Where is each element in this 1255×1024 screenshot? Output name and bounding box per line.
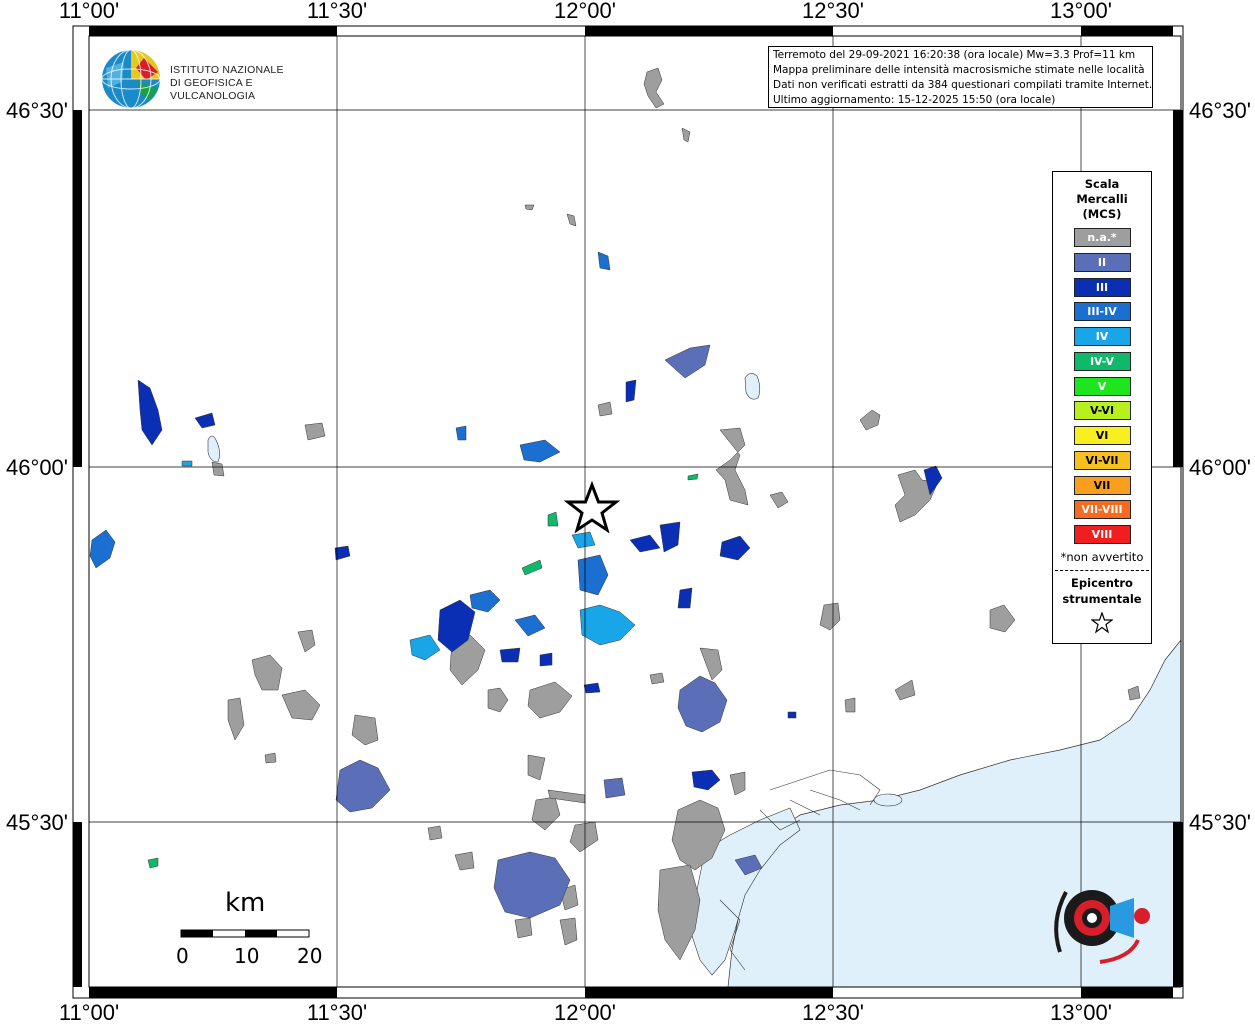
legend-item: III-IV <box>1073 302 1131 322</box>
latitude-labels-right: 46°30' 46°00' 45°30' <box>1189 98 1251 835</box>
legend-title-line-2: Mercalli <box>1076 192 1128 206</box>
legend-item: II <box>1073 252 1131 272</box>
legend-item: IV <box>1073 327 1131 346</box>
legend-item: III <box>1073 277 1131 297</box>
scale-label-10: 10 <box>234 944 260 968</box>
lon-label-top-4: 12°30' <box>802 0 864 23</box>
info-line-3: Dati non verificati estratti da 384 ques… <box>773 79 1153 91</box>
legend-item: n.a.* <box>1073 228 1131 247</box>
legend-item: VII-VIII <box>1073 500 1131 520</box>
lon-label-bottom-1: 11°00' <box>59 1000 119 1024</box>
lat-label-left-2: 46°00' <box>6 455 68 480</box>
legend-divider <box>1055 569 1149 571</box>
legend-item: V <box>1073 376 1131 396</box>
logo-line-1: ISTITUTO NAZIONALE <box>170 64 284 76</box>
legend-epicenter-label: Epicentro strumentale <box>1053 575 1151 607</box>
logo-line-2: DI GEOFISICA E VULCANOLOGIA <box>170 77 256 102</box>
scale-bar-graphic <box>180 929 310 938</box>
legend-title-line-1: Scala <box>1084 177 1120 191</box>
lon-label-top-2: 11°30' <box>307 0 367 23</box>
legend-star-icon <box>1053 610 1151 638</box>
legend-note: *non avvertito <box>1060 549 1144 564</box>
legend-item: V-VI <box>1073 401 1131 421</box>
legend-item: VII <box>1073 475 1131 495</box>
lat-label-right-2: 46°00' <box>1189 455 1251 480</box>
legend-epicenter-line-2: strumentale <box>1062 591 1142 606</box>
haisentito-logo-icon <box>1030 862 1160 982</box>
lagoon-island <box>873 793 903 807</box>
legend-items: n.a.* II III III-IV IV IV-V V V-VI VI VI-VII VII VI… <box>1053 228 1151 544</box>
ingv-logo: ISTITUTO NAZIONALE DI GEOFISICA E VULCAN… <box>100 48 320 110</box>
legend-item: VI-VII <box>1073 450 1131 470</box>
scale-label-20: 20 <box>297 944 323 968</box>
lat-label-left-1: 46°30' <box>6 98 68 123</box>
lon-label-top-3: 12°00' <box>554 0 616 23</box>
latitude-labels-left: 46°30' 46°00' 45°30' <box>6 98 68 835</box>
scale-bar: km 0 10 20 <box>170 888 340 978</box>
longitude-labels-bottom: 11°00' 11°30' 12°00' 12°30' 13°00' <box>59 1000 1112 1024</box>
lon-label-bottom-4: 12°30' <box>802 1000 864 1024</box>
info-line-1: Terremoto del 29-09-2021 16:20:38 (ora l… <box>773 49 1136 61</box>
lon-label-bottom-5: 13°00' <box>1050 1000 1112 1024</box>
legend-title: Scala Mercalli (MCS) <box>1053 177 1151 222</box>
lat-label-right-3: 45°30' <box>1189 810 1251 835</box>
lat-label-left-3: 45°30' <box>6 810 68 835</box>
mcs-legend: Scala Mercalli (MCS) n.a.* II III III-IV IV I… <box>1052 171 1152 644</box>
legend-title-line-3: (MCS) <box>1082 207 1122 221</box>
scale-unit: km <box>225 888 266 918</box>
lat-label-right-1: 46°30' <box>1189 98 1251 123</box>
info-line-4: Ultimo aggiornamento: 15-12-2025 15:50 (… <box>773 94 1056 106</box>
lon-label-bottom-3: 12°00' <box>554 1000 616 1024</box>
earthquake-info-box: Terremoto del 29-09-2021 16:20:38 (ora l… <box>768 46 1153 108</box>
ingv-globe-icon <box>101 49 161 109</box>
legend-item: VI <box>1073 426 1131 445</box>
lon-label-top-5: 13°00' <box>1050 0 1112 23</box>
scale-label-0: 0 <box>176 944 189 968</box>
legend-epicenter-line-1: Epicentro <box>1071 575 1133 590</box>
longitude-labels-top: 11°00' 11°30' 12°00' 12°30' 13°00' <box>59 0 1112 23</box>
lon-label-bottom-2: 11°30' <box>307 1000 367 1024</box>
legend-item: VIII <box>1073 525 1131 544</box>
legend-item: IV-V <box>1073 351 1131 371</box>
lon-label-top-1: 11°00' <box>59 0 119 23</box>
info-line-2: Mappa preliminare delle intensità macros… <box>773 64 1145 76</box>
